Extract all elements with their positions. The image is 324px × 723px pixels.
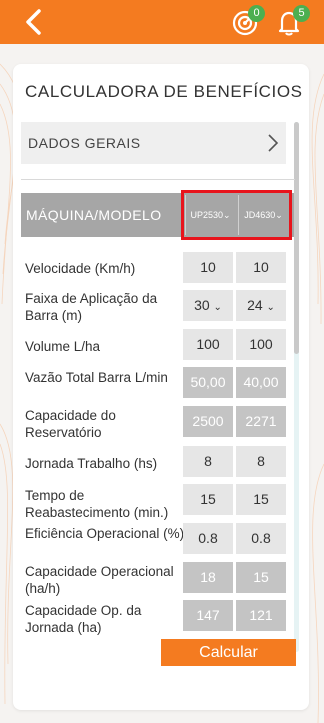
chevron-down-icon: ⌄ [213, 302, 222, 313]
reabastecimento-input-2[interactable]: 15 [236, 484, 286, 515]
row-label-jornada: Jornada Trabalho (hs) [25, 456, 158, 471]
volume-input-1[interactable]: 100 [183, 329, 233, 360]
notifications-badge: 5 [293, 5, 310, 22]
row-label-capacidade-reservatorio: Capacidade do Reservatório [25, 408, 116, 440]
faixa-select-1[interactable]: 30 ⌄ [183, 290, 233, 321]
chevron-down-icon: ⌄ [222, 210, 231, 220]
target-badge: 0 [248, 5, 265, 22]
volume-input-2[interactable]: 100 [236, 329, 286, 360]
faixa-select-2[interactable]: 24 ⌄ [236, 290, 286, 321]
capacidade-jornada-value-1: 147 [183, 600, 233, 631]
row-label-eficiencia: Eficiência Operacional (%) [25, 526, 185, 541]
row-label-capacidade-operacional: Capacidade Operacional (ha/h) [25, 564, 174, 596]
row-label-velocidade: Velocidade (Km/h) [25, 261, 136, 276]
maquina-modelo-row: MÁQUINA/MODELO UP2530⌄ JD4630⌄ [21, 193, 294, 237]
eficiencia-input-2[interactable]: 0.8 [236, 523, 286, 554]
chevron-down-icon: ⌄ [266, 302, 275, 313]
top-bar: 0 5 [0, 0, 324, 44]
scrollbar-thumb[interactable] [294, 122, 299, 354]
maquina-modelo-label: MÁQUINA/MODELO [26, 207, 162, 223]
row-label-faixa: Faixa de Aplicação da Barra (m) [25, 291, 158, 323]
eficiencia-input-1[interactable]: 0.8 [183, 523, 233, 554]
faixa-value-1: 30 [194, 297, 210, 313]
model-1-value: UP2530 [190, 210, 223, 220]
model-select-2[interactable]: JD4630⌄ [238, 195, 288, 235]
calcular-button[interactable]: Calcular [161, 639, 296, 666]
faixa-value-2: 24 [247, 297, 263, 313]
model-2-value: JD4630 [244, 210, 276, 220]
reservatorio-value-2: 2271 [236, 406, 286, 437]
model-select-1[interactable]: UP2530⌄ [185, 195, 235, 235]
jornada-input-1[interactable]: 8 [183, 446, 233, 477]
chevron-left-icon [26, 9, 41, 35]
reabastecimento-input-1[interactable]: 15 [183, 484, 233, 515]
vazao-value-1: 50,00 [183, 367, 233, 398]
chevron-right-icon [268, 134, 279, 152]
chevron-down-icon: ⌄ [275, 210, 283, 220]
capacidade-operacional-value-2: 15 [236, 562, 286, 593]
dados-gerais-row[interactable]: DADOS GERAIS [21, 122, 286, 164]
row-label-reabastecimento: Tempo de Reabastecimento (min.) [25, 488, 169, 520]
row-label-volume: Volume L/ha [25, 339, 101, 354]
capacidade-jornada-value-2: 121 [236, 600, 286, 631]
dados-gerais-label: DADOS GERAIS [28, 135, 141, 151]
velocidade-input-2[interactable]: 10 [236, 252, 286, 283]
divider [21, 179, 295, 180]
row-label-capacidade-jornada: Capacidade Op. da Jornada (ha) [25, 603, 142, 635]
velocidade-input-1[interactable]: 10 [183, 252, 233, 283]
capacidade-operacional-value-1: 18 [183, 562, 233, 593]
vazao-value-2: 40,00 [236, 367, 286, 398]
row-label-vazao: Vazão Total Barra L/min [25, 370, 168, 385]
back-button[interactable] [22, 8, 46, 36]
reservatorio-value-1: 2500 [183, 406, 233, 437]
jornada-input-2[interactable]: 8 [236, 446, 286, 477]
page-title: CALCULADORA DE BENEFÍCIOS [25, 82, 303, 101]
calculator-card: CALCULADORA DE BENEFÍCIOS DADOS GERAIS M… [13, 64, 309, 710]
